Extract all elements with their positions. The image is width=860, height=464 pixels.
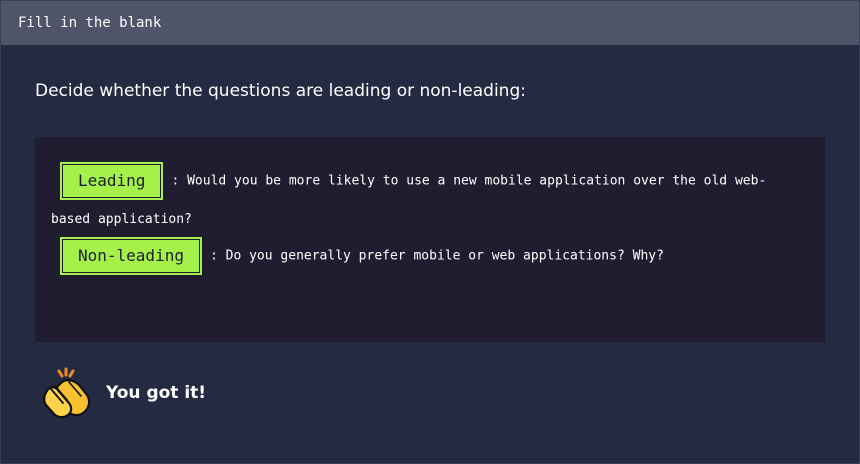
answer-blank[interactable]: Leading <box>60 162 164 200</box>
answer-blank[interactable]: Non-leading <box>60 237 202 275</box>
question-row: Non-leading: Do you generally prefer mob… <box>51 237 805 276</box>
question-row: Leading: Would you be more likely to use… <box>51 162 805 239</box>
feedback-message: You got it! <box>106 383 207 403</box>
feedback-row: You got it! <box>39 365 206 421</box>
instructions-text: Decide whether the questions are leading… <box>35 81 526 101</box>
separator: : <box>171 173 180 189</box>
separator: : <box>209 248 218 264</box>
exercise-title: Fill in the blank <box>18 15 162 31</box>
question-text: Do you generally prefer mobile or web ap… <box>225 248 664 264</box>
question-panel: Leading: Would you be more likely to use… <box>35 137 825 342</box>
exercise-header: Fill in the blank <box>1 1 859 45</box>
exercise-card: Fill in the blank Decide whether the que… <box>0 0 860 464</box>
clapping-hands-icon <box>43 367 91 419</box>
